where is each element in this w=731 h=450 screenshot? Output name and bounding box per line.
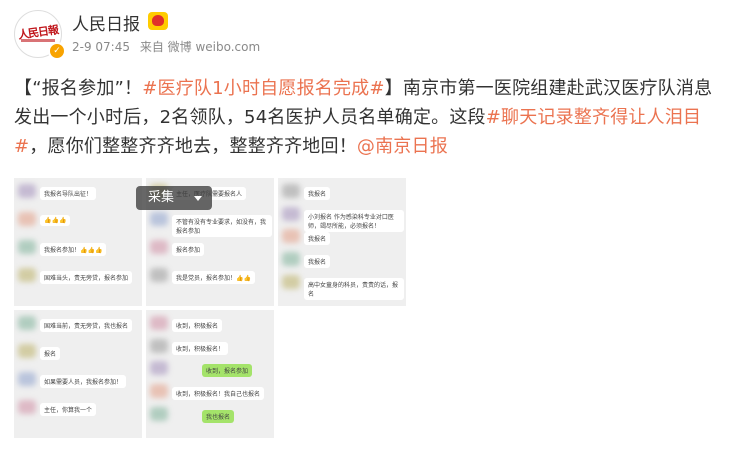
blurred-avatar [282,184,300,198]
blurred-avatar [18,316,36,330]
post-text: 【“报名参加”！#医疗队1小时自愿报名完成#】南京市第一医院组建赴武汉医疗队消息… [14,74,722,161]
blurred-avatar [150,316,168,330]
post-time[interactable]: 2-9 07:45 [72,40,130,54]
chat-bubble: 主任，你算我一个 [40,402,97,416]
collect-label: 采集 [148,190,175,205]
chat-bubble: 国难当前，责无旁贷，我也报名 [40,319,133,332]
blurred-avatar [18,267,36,282]
blurred-avatar [18,371,36,386]
hashtag-link[interactable]: #医疗队1小时自愿报名完成# [142,78,384,99]
chat-screenshot-thumb[interactable]: 国难当前，责无旁贷，我也报名 报名如果需要人员，我报名参加！ 主任，你算我一个 [14,310,142,438]
chat-bubble: 收到，积极报名！ [172,341,229,355]
post-meta: 2-9 07:45 来自 微博 weibo.com [72,38,266,55]
post-header: 人民日報 ✓ 人民日报 2-9 07:45 来自 微博 weibo.com [14,8,714,60]
blurred-avatar [18,184,36,198]
collect-button[interactable]: 采集 [136,186,212,210]
chat-bubble: 收到，积极报名 [172,319,223,332]
blurred-avatar [18,343,36,358]
chat-screenshot-thumb[interactable]: 我报名导队出征！ 👍👍👍 我报名参加！👍👍👍 国难当头，责无旁贷，报名参加 [14,178,142,306]
post-text-segment: ，愿你们整整齐齐地去，整整齐齐地回！ [29,136,357,157]
chevron-down-icon [194,196,202,201]
blurred-avatar [150,383,168,398]
chat-bubble: 收到，积极报名！我自己也报名 [172,386,265,400]
chat-screenshot-thumb[interactable]: 我报名 小刘报名 作为感染科专业对口医师，竭尽所能，必须报名！ 我报名 我报名 高中女童… [278,178,406,306]
blurred-avatar [282,229,300,244]
author-name[interactable]: 人民日报 [72,10,140,35]
blurred-avatar [150,361,168,376]
chat-bubble: 我报名 [304,187,331,200]
chat-bubble: 收到，报名参加 [202,364,253,378]
blurred-avatar [282,274,300,289]
chat-bubble: 👍👍👍 [40,214,71,226]
member-badge-icon[interactable] [148,12,168,30]
chat-bubble: 国难当头，责无旁贷，报名参加 [40,270,133,284]
post-text-segment: 【“报名参加”！ [14,78,143,99]
blurred-avatar [150,239,168,254]
blurred-avatar [18,211,36,226]
blurred-avatar [150,338,168,353]
chat-bubble: 报名参加 [172,242,205,256]
chat-bubble: 不管有没有专业要求，如没有，我报名参加 [172,214,272,237]
chat-bubble: 我报名参加！👍👍👍 [40,242,107,256]
chat-bubble: 高中女童身的科员，责责的话，报名 [304,277,404,300]
blurred-avatar [282,251,300,266]
mention-link[interactable]: @南京日报 [357,136,448,157]
blurred-avatar [18,239,36,254]
chat-bubble: 我是党员，报名参加！👍👍 [172,270,255,284]
chat-bubble: 如果需要人员，我报名参加！ [40,374,127,388]
chat-screenshot-thumb[interactable]: 收到，积极报名 收到，积极报名！ 收到，报名参加收到，积极报名！我自己也报名 我也报名 [146,310,274,438]
blurred-avatar [150,211,168,226]
chat-bubble: 我报名 [304,254,331,268]
blurred-avatar [282,206,300,221]
verified-icon: ✓ [48,42,66,60]
chat-bubble: 报名 [40,346,61,360]
chat-bubble: 我也报名 [202,409,235,423]
chat-bubble: 小刘报名 作为感染科专业对口医师，竭尽所能，必须报名！ [304,209,404,232]
blurred-avatar [150,267,168,282]
blurred-avatar [150,406,168,421]
avatar-logo-underline [21,39,55,42]
chat-bubble: 我报名 [304,232,331,246]
post-source[interactable]: 来自 微博 weibo.com [140,40,260,54]
chat-bubble: 我报名导队出征！ [40,187,97,200]
blurred-avatar [18,399,36,414]
